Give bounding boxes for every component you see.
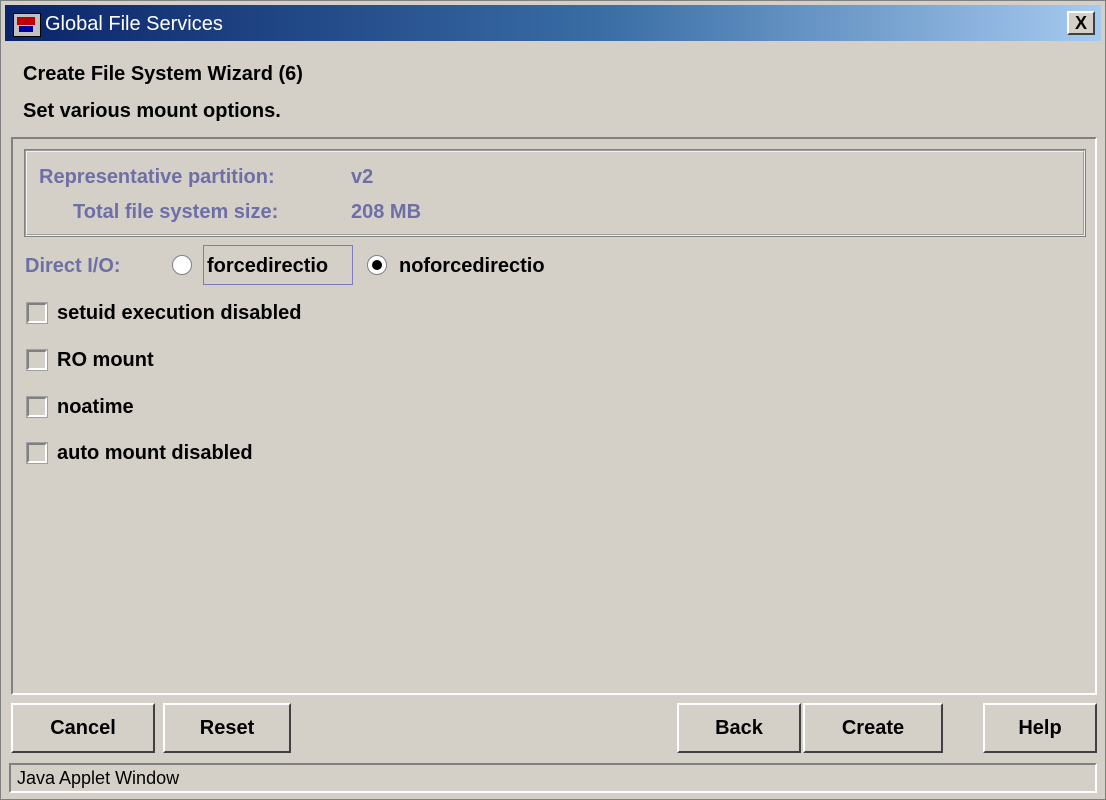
cancel-button[interactable]: Cancel bbox=[11, 703, 155, 753]
checkbox-noatime[interactable] bbox=[26, 396, 48, 418]
title-bar[interactable]: Global File Services X bbox=[5, 5, 1101, 41]
wizard-title: Create File System Wizard (6) bbox=[23, 63, 303, 85]
radio-forcedirectio[interactable] bbox=[172, 255, 192, 275]
size-label: Total file system size: bbox=[73, 201, 279, 223]
back-button[interactable]: Back bbox=[677, 703, 801, 753]
partition-label: Representative partition: bbox=[39, 166, 275, 188]
create-button[interactable]: Create bbox=[803, 703, 943, 753]
checkbox-setuid-label[interactable]: setuid execution disabled bbox=[57, 302, 302, 325]
window-title: Global File Services bbox=[45, 13, 223, 35]
help-button[interactable]: Help bbox=[983, 703, 1097, 753]
checkbox-auto-mount-label[interactable]: auto mount disabled bbox=[57, 442, 253, 465]
wizard-window: Global File Services X Create File Syste… bbox=[0, 0, 1106, 800]
partition-value: v2 bbox=[351, 166, 374, 188]
checkbox-noatime-label[interactable]: noatime bbox=[57, 396, 134, 419]
close-button[interactable]: X bbox=[1067, 11, 1095, 35]
reset-button[interactable]: Reset bbox=[163, 703, 291, 753]
radio-noforcedirectio[interactable] bbox=[367, 255, 387, 275]
direct-io-label: Direct I/O: bbox=[25, 255, 121, 277]
instruction-text: Set various mount options. bbox=[23, 100, 281, 122]
app-icon bbox=[13, 13, 41, 37]
radio-forcedirectio-label[interactable]: forcedirectio bbox=[207, 255, 328, 278]
checkbox-auto-mount[interactable] bbox=[26, 442, 48, 464]
checkbox-ro-mount-label[interactable]: RO mount bbox=[57, 349, 154, 372]
radio-noforcedirectio-label[interactable]: noforcedirectio bbox=[399, 255, 545, 278]
status-bar: Java Applet Window bbox=[9, 763, 1097, 793]
checkbox-setuid[interactable] bbox=[26, 302, 48, 324]
checkbox-ro-mount[interactable] bbox=[26, 349, 48, 371]
size-value: 208 MB bbox=[351, 201, 422, 223]
